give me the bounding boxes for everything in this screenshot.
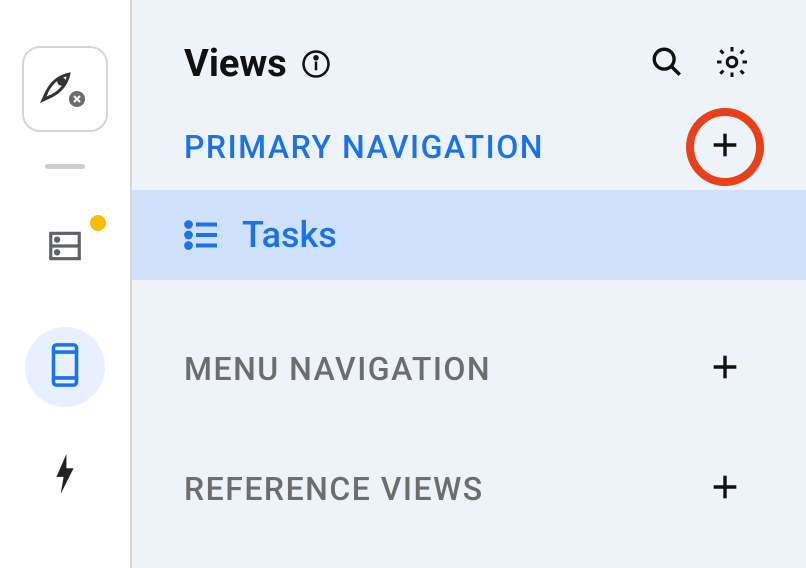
list-icon: [184, 220, 220, 250]
search-button[interactable]: [650, 45, 684, 83]
view-item-label: Tasks: [242, 214, 337, 256]
launcher-button[interactable]: [22, 46, 108, 132]
left-rail: [0, 0, 132, 568]
section-primary-navigation: PRIMARY NAVIGATION: [132, 110, 806, 184]
section-title: PRIMARY NAVIGATION: [184, 128, 544, 166]
notification-dot-icon: [90, 215, 106, 231]
plus-icon: [708, 350, 742, 388]
status-dot-icon: [68, 90, 86, 112]
panel-title: Views: [184, 42, 287, 86]
add-menu-view-button[interactable]: [708, 350, 742, 388]
gear-icon: [714, 44, 750, 84]
plus-icon: [708, 128, 742, 166]
section-title: REFERENCE VIEWS: [184, 470, 484, 508]
view-item-tasks[interactable]: Tasks: [132, 190, 806, 280]
section-title: MENU NAVIGATION: [184, 350, 491, 388]
nav-item-views[interactable]: [25, 327, 105, 407]
add-reference-view-button[interactable]: [708, 470, 742, 508]
bolt-icon: [52, 454, 78, 498]
rail-divider: [45, 164, 85, 169]
server-icon: [46, 227, 84, 269]
plus-icon: [708, 470, 742, 508]
nav-item-data[interactable]: [46, 229, 84, 267]
add-primary-view-button[interactable]: [708, 128, 742, 166]
mobile-icon: [50, 342, 80, 392]
nav-item-automation[interactable]: [46, 457, 84, 495]
info-icon[interactable]: [301, 49, 331, 79]
section-reference-views: REFERENCE VIEWS: [132, 452, 806, 526]
settings-button[interactable]: [714, 44, 750, 84]
section-menu-navigation: MENU NAVIGATION: [132, 332, 806, 406]
views-panel: Views: [132, 0, 806, 568]
panel-header: Views: [132, 0, 806, 110]
search-icon: [650, 45, 684, 83]
